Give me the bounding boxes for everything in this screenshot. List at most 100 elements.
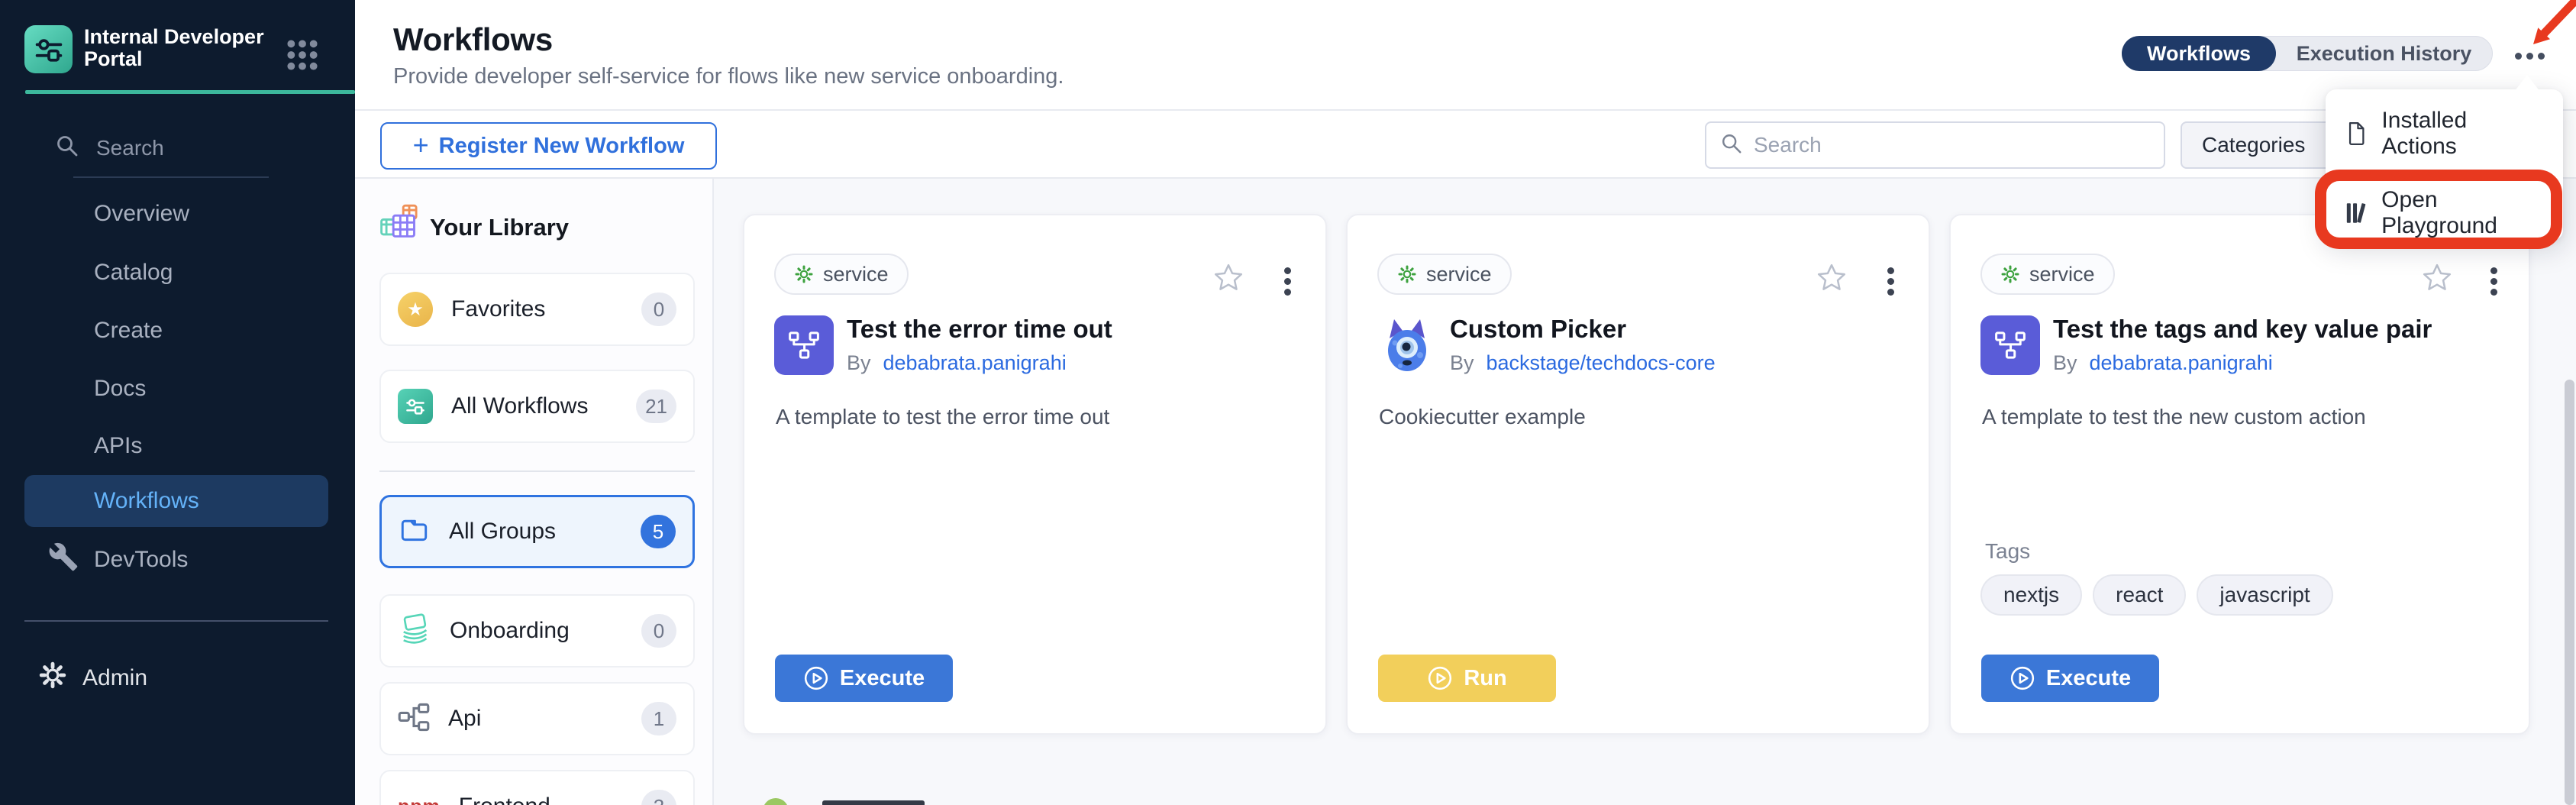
- sidebar-item-workflows[interactable]: Workflows: [24, 475, 328, 527]
- sidebar-item-label: Create: [94, 318, 163, 344]
- register-new-workflow-button[interactable]: + Register New Workflow: [380, 122, 717, 170]
- app-grid-icon[interactable]: [286, 38, 319, 76]
- gear-icon: [794, 264, 814, 284]
- play-icon: [2009, 665, 2035, 691]
- search-input[interactable]: [1754, 133, 2150, 157]
- card-title: Test the error time out: [847, 315, 1112, 344]
- sidebar-search[interactable]: Search: [55, 133, 164, 163]
- sidebar-item-label: Admin: [82, 665, 147, 691]
- gear-icon: [2000, 264, 2020, 284]
- sidebar-item-label: DevTools: [94, 547, 188, 573]
- workflows-icon: [398, 389, 433, 424]
- sidebar-item-label: Catalog: [94, 260, 173, 286]
- library-item-all-workflows[interactable]: All Workflows 21: [379, 370, 695, 443]
- action-label: Execute: [2046, 666, 2131, 691]
- card-title: Test the tags and key value pair: [2053, 315, 2432, 344]
- sidebar-item-admin[interactable]: Admin: [38, 661, 147, 695]
- tag-chip[interactable]: react: [2093, 574, 2186, 616]
- card-menu-button[interactable]: [1284, 267, 1291, 296]
- card-author-row: By backstage/techdocs-core: [1450, 351, 1716, 375]
- by-label: By: [2053, 351, 2077, 375]
- by-label: By: [1450, 351, 1474, 375]
- sidebar-search-label: Search: [96, 136, 164, 160]
- chip-label: service: [823, 263, 889, 286]
- sidebar-item-apis[interactable]: APIs: [94, 432, 142, 460]
- sidebar-item-create[interactable]: Create: [94, 317, 163, 344]
- brand-title: Internal Developer Portal: [84, 26, 275, 70]
- play-icon: [1427, 665, 1453, 691]
- scrollbar-thumb[interactable]: [2565, 380, 2574, 805]
- execute-button[interactable]: Execute: [775, 655, 953, 702]
- execute-button[interactable]: Execute: [1981, 655, 2159, 702]
- sidebar-accent-divider: [25, 90, 355, 94]
- favorite-star-icon[interactable]: [2421, 263, 2453, 299]
- menu-item-installed-actions[interactable]: Installed Actions: [2345, 112, 2544, 155]
- menu-item-open-playground[interactable]: Open Playground: [2345, 192, 2544, 234]
- wrench-icon: [48, 542, 79, 578]
- card-description: A template to test the new custom action: [1982, 405, 2366, 429]
- library-item-onboarding[interactable]: Onboarding 0: [379, 594, 695, 668]
- by-label: By: [847, 351, 871, 375]
- author-link[interactable]: debabrata.panigrahi: [2090, 351, 2273, 375]
- author-link[interactable]: backstage/techdocs-core: [1487, 351, 1716, 375]
- toggle-execution-history[interactable]: Execution History: [2276, 37, 2492, 70]
- card-author-row: By debabrata.panigrahi: [847, 351, 1067, 375]
- next-section-title-clipped: [822, 800, 925, 805]
- library-item-favorites[interactable]: ★ Favorites 0: [379, 273, 695, 346]
- sidebar-item-label: Overview: [94, 201, 189, 227]
- kind-chip: service: [1980, 254, 2115, 295]
- library-item-label: All Workflows: [451, 393, 618, 419]
- library-item-frontend[interactable]: npm Frontend 3: [379, 770, 695, 805]
- card-menu-button[interactable]: [2490, 267, 2497, 296]
- sidebar-item-overview[interactable]: Overview: [94, 200, 189, 228]
- library-item-label: Frontend: [459, 794, 623, 805]
- author-link[interactable]: debabrata.panigrahi: [883, 351, 1067, 375]
- workflow-avatar: [1980, 315, 2040, 375]
- library-item-api[interactable]: Api 1: [379, 682, 695, 755]
- library-divider: [379, 470, 695, 472]
- api-tree-icon: [398, 703, 430, 735]
- sidebar: Internal Developer Portal Search Overvie…: [0, 0, 355, 805]
- tags-label: Tags: [1985, 539, 2030, 564]
- play-icon: [803, 665, 829, 691]
- app-root: Internal Developer Portal Search Overvie…: [0, 0, 2576, 805]
- flow-icon: [1993, 328, 2028, 363]
- count-badge: 1: [641, 702, 676, 735]
- action-label: Run: [1464, 666, 1506, 691]
- menu-item-label: Installed Actions: [2381, 108, 2544, 160]
- favorite-star-icon[interactable]: [1816, 263, 1848, 299]
- library-item-label: Api: [448, 706, 623, 732]
- count-badge: 0: [641, 293, 676, 326]
- library-item-label: Onboarding: [450, 618, 623, 644]
- sidebar-item-docs[interactable]: Docs: [94, 375, 146, 402]
- gear-icon: [38, 661, 67, 696]
- library-item-label: All Groups: [449, 519, 622, 545]
- sidebar-item-devtools[interactable]: DevTools: [48, 542, 188, 577]
- view-toggle: Workflows Execution History: [2122, 36, 2493, 71]
- card-author-row: By debabrata.panigrahi: [2053, 351, 2273, 375]
- library-item-label: Favorites: [451, 296, 623, 322]
- library-item-all-groups[interactable]: All Groups 5: [379, 495, 695, 568]
- card-menu-button[interactable]: [1887, 267, 1894, 296]
- favorite-star-icon[interactable]: [1212, 263, 1244, 299]
- tag-chip[interactable]: nextjs: [1980, 574, 2082, 616]
- count-badge: 3: [641, 790, 676, 805]
- tag-chip[interactable]: javascript: [2197, 574, 2332, 616]
- sidebar-item-label: Docs: [94, 376, 146, 402]
- categories-label: Categories: [2202, 133, 2305, 157]
- run-button[interactable]: Run: [1378, 655, 1556, 702]
- kind-chip: service: [774, 254, 909, 295]
- card-description: Cookiecutter example: [1379, 405, 1586, 429]
- tags-row: nextjs react javascript: [1980, 574, 2333, 616]
- more-options-button[interactable]: [2515, 53, 2545, 60]
- star-badge-icon: ★: [398, 292, 433, 327]
- menu-item-label: Open Playground: [2381, 187, 2544, 239]
- page-title: Workflows: [393, 21, 553, 58]
- chip-label: service: [2029, 263, 2095, 286]
- gear-icon: [1397, 264, 1417, 284]
- library-icon: [2345, 201, 2368, 225]
- toggle-workflows[interactable]: Workflows: [2122, 36, 2276, 71]
- workflow-avatar: [1377, 315, 1437, 375]
- sidebar-item-catalog[interactable]: Catalog: [94, 259, 173, 286]
- library-title: Your Library: [430, 214, 569, 241]
